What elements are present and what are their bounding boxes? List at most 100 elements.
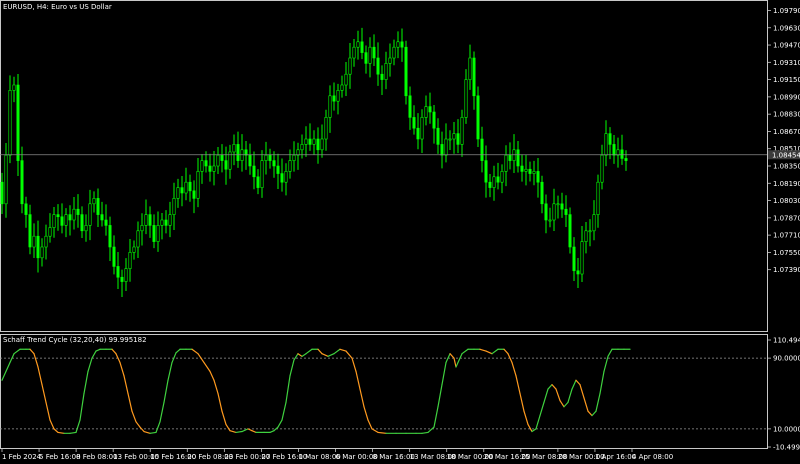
candle-body: [256, 176, 260, 188]
candle-body: [260, 160, 264, 188]
price-axis-label: 1.07550: [773, 249, 800, 257]
candle-body: [564, 208, 568, 215]
candle-body: [384, 63, 388, 80]
price-axis-label: 1.07710: [773, 232, 800, 240]
candle-body: [308, 138, 312, 145]
candle-body: [16, 84, 20, 161]
candle-body: [392, 46, 396, 59]
candle-body: [364, 52, 368, 64]
candle-body: [240, 149, 244, 161]
candle-body: [568, 214, 572, 248]
time-axis-label: 1 Feb 2024: [2, 453, 42, 461]
candle-body: [124, 268, 128, 282]
candle-body: [288, 160, 292, 172]
candle-body: [448, 138, 452, 141]
candle-body: [460, 117, 464, 145]
candle-body: [528, 168, 532, 174]
candle-body: [300, 144, 304, 151]
candle-body: [56, 214, 60, 218]
candle-body: [604, 133, 608, 156]
candle-body: [180, 187, 184, 194]
price-axis-label: 1.07390: [773, 266, 800, 274]
candle-body: [428, 106, 432, 113]
candle-body: [468, 57, 472, 80]
candle-body: [136, 230, 140, 248]
candle-body: [516, 149, 520, 167]
candle-body: [232, 144, 236, 153]
candle-body: [152, 225, 156, 242]
time-axis-label: 6 Mar 00:00: [336, 453, 378, 461]
candle-body: [588, 230, 592, 233]
candle-body: [100, 214, 104, 221]
candle-body: [188, 181, 192, 192]
candle-body: [416, 127, 420, 140]
candle-body: [8, 90, 12, 156]
candle-body: [424, 106, 428, 118]
candle-body: [36, 235, 40, 259]
candle-body: [316, 138, 320, 151]
candle-body: [344, 73, 348, 86]
candle-body: [12, 84, 16, 91]
candle-body: [64, 214, 68, 226]
candle-body: [144, 214, 148, 226]
candle-body: [200, 160, 204, 172]
candle-body: [28, 214, 32, 248]
candle-body: [132, 246, 136, 253]
candle-body: [472, 57, 476, 97]
candle-body: [84, 225, 88, 232]
candle-body: [272, 160, 276, 167]
candle-body: [592, 214, 596, 232]
candle-body: [464, 79, 468, 118]
candle-body: [264, 154, 268, 161]
candle-body: [4, 154, 8, 205]
candle-body: [580, 241, 584, 275]
time-axis-label: 5 Feb 16:00: [39, 453, 80, 461]
candle-body: [324, 117, 328, 140]
candle-body: [332, 95, 336, 102]
candle-body: [284, 171, 288, 183]
candle-body: [320, 138, 324, 151]
candle-body: [388, 57, 392, 64]
candle-body: [608, 133, 612, 145]
candle-body: [372, 46, 376, 59]
price-axis-label: 1.08190: [773, 180, 800, 188]
candle-body: [556, 203, 560, 206]
trading-chart[interactable]: 1.09790 1.09630 1.09470 1.09310 1.09150 1.089…: [0, 0, 800, 464]
candle-body: [500, 171, 504, 183]
candle-body: [32, 235, 36, 248]
candle-body: [348, 57, 352, 75]
candle-body: [584, 230, 588, 242]
candle-body: [480, 138, 484, 161]
candle-body: [404, 46, 408, 97]
candle-body: [360, 41, 364, 53]
candle-body: [620, 149, 624, 159]
candle-body: [128, 252, 132, 269]
candle-body: [196, 171, 200, 199]
candle-body: [40, 246, 44, 259]
candle-body: [204, 160, 208, 167]
price-axis-label: 1.09150: [773, 76, 800, 84]
candle-body: [76, 208, 80, 215]
price-axis-label: 1.08990: [773, 93, 800, 101]
candle-body: [276, 165, 280, 174]
candle-body: [208, 165, 212, 172]
candle-body: [104, 219, 108, 226]
candle-body: [60, 216, 64, 226]
time-axis-label: 1 Apr 16:00: [595, 453, 636, 461]
candle-body: [92, 198, 96, 205]
price-axis-label: 1.07870: [773, 214, 800, 222]
indicator-title: Schaff Trend Cycle (32,20,40) 99.995182: [3, 336, 147, 344]
candle-body: [492, 176, 496, 188]
candle-body: [356, 41, 360, 48]
candle-body: [596, 181, 600, 215]
candle-body: [120, 276, 124, 282]
candle-body: [248, 154, 252, 167]
candle-body: [268, 154, 272, 161]
candle-body: [116, 266, 120, 278]
candle-body: [176, 187, 180, 199]
indicator-axis-label: -10.499424: [773, 444, 800, 452]
candle-body: [164, 219, 168, 226]
candle-body: [292, 154, 296, 161]
candle-body: [168, 214, 172, 226]
candle-body: [328, 95, 332, 118]
